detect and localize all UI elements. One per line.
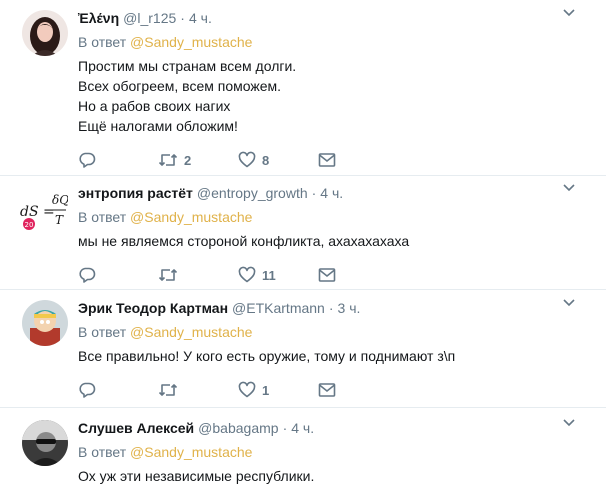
tweet-text-line: Простим мы странам всем долги. [78, 58, 297, 74]
reply-prefix: В ответ [78, 444, 127, 460]
display-name[interactable]: Ἐλένη [78, 10, 119, 26]
avatar-formula-denominator: T [55, 213, 64, 227]
avatar[interactable] [22, 420, 68, 466]
reply-icon [79, 382, 96, 398]
tweet-text-line: Но а рабов своих нагих [78, 98, 231, 114]
reply-icon [79, 152, 96, 168]
tweet-time[interactable]: 4 ч. [189, 10, 212, 26]
retweet-icon [158, 384, 178, 396]
separator-dot: · [180, 10, 185, 26]
direct-message-button[interactable] [318, 382, 336, 398]
more-options-caret[interactable] [560, 414, 578, 432]
avatar[interactable]: dS = δQ T 20 [20, 184, 68, 230]
replies-timeline: Ἐλένη @l_r125 · 4 ч. В ответ @Sandy_must… [0, 0, 606, 485]
heart-icon [238, 266, 256, 283]
like-count: 8 [262, 152, 270, 168]
tweet-text-line: Всех обогреем, всем поможем. [78, 78, 282, 94]
user-handle[interactable]: @babagamp [198, 420, 278, 436]
reply-context: В ответ @Sandy_mustache [78, 34, 590, 52]
like-button[interactable]: 8 [238, 151, 318, 169]
reply-mention-link[interactable]: @Sandy_mustache [130, 209, 252, 225]
avatar-formula-left: dS = [20, 204, 55, 220]
reply-mention-link[interactable]: @Sandy_mustache [130, 444, 252, 460]
reply-mention-link[interactable]: @Sandy_mustache [130, 34, 252, 50]
user-handle[interactable]: @entropy_growth [197, 185, 308, 201]
envelope-icon [318, 268, 336, 282]
retweet-count: 2 [184, 152, 192, 168]
tweet-time[interactable]: 4 ч. [320, 185, 343, 201]
more-options-caret[interactable] [560, 294, 578, 312]
tweet-text-line: мы не являемся стороной конфликта, ахаха… [78, 233, 410, 249]
tweet-header: Ἐλένη @l_r125 · 4 ч. [78, 10, 590, 28]
tweet-text: Ох уж эти независимые республики. [78, 466, 590, 485]
retweet-button[interactable] [158, 381, 238, 399]
like-button[interactable]: 1 [238, 381, 318, 399]
avatar-badge: 20 [25, 221, 34, 229]
tweet-actions: 11 [78, 265, 590, 285]
reply-context: В ответ @Sandy_mustache [78, 444, 590, 462]
direct-message-button[interactable] [318, 152, 336, 168]
tweet[interactable]: Слушев Алексей @babagamp · 4 ч. В ответ … [0, 408, 606, 485]
tweet-time[interactable]: 3 ч. [338, 300, 361, 316]
heart-icon [238, 381, 256, 398]
more-options-caret[interactable] [560, 179, 578, 197]
more-options-caret[interactable] [560, 4, 578, 22]
like-count: 1 [262, 382, 270, 398]
display-name[interactable]: Эрик Теодор Картман [78, 300, 228, 316]
tweet-header: Слушев Алексей @babagamp · 4 ч. [78, 420, 590, 438]
reply-prefix: В ответ [78, 324, 127, 340]
tweet[interactable]: dS = δQ T 20 энтропия растёт @entropy_gr… [0, 176, 606, 290]
reply-context: В ответ @Sandy_mustache [78, 209, 590, 227]
avatar-formula-numerator: δQ [52, 193, 68, 207]
retweet-button[interactable] [158, 266, 238, 284]
reply-icon [79, 267, 96, 283]
retweet-button[interactable]: 2 [158, 151, 238, 169]
avatar[interactable] [22, 10, 68, 56]
envelope-icon [318, 383, 336, 397]
display-name[interactable]: энтропия растёт [78, 185, 193, 201]
tweet[interactable]: Эрик Теодор Картман @ETKartmann · 3 ч. В… [0, 290, 606, 408]
tweet-header: энтропия растёт @entropy_growth · 4 ч. [78, 185, 590, 203]
separator-dot: · [328, 300, 334, 316]
tweet-text-line: Ещё налогами обложим! [78, 118, 238, 134]
avatar[interactable] [22, 300, 68, 346]
reply-button[interactable] [78, 381, 158, 399]
chevron-down-icon [563, 9, 575, 17]
tweet-actions: 2 8 [78, 150, 590, 170]
retweet-icon [158, 154, 178, 166]
like-count: 11 [262, 267, 276, 283]
tweet-time[interactable]: 4 ч. [291, 420, 314, 436]
chevron-down-icon [563, 299, 575, 307]
reply-mention-link[interactable]: @Sandy_mustache [130, 324, 252, 340]
tweet-text-line: Ох уж эти независимые республики. [78, 468, 315, 484]
reply-button[interactable] [78, 151, 158, 169]
heart-icon [238, 151, 256, 168]
user-handle[interactable]: @l_r125 [123, 10, 176, 26]
tweet-text: Все правильно! У кого есть оружие, тому … [78, 346, 590, 366]
separator-dot: · [282, 420, 288, 436]
direct-message-button[interactable] [318, 267, 336, 283]
tweet-actions: 1 [78, 380, 590, 400]
tweet-text: мы не являемся стороной конфликта, ахаха… [78, 231, 590, 251]
reply-prefix: В ответ [78, 209, 127, 225]
chevron-down-icon [563, 419, 575, 427]
chevron-down-icon [563, 184, 575, 192]
tweet[interactable]: Ἐλένη @l_r125 · 4 ч. В ответ @Sandy_must… [0, 0, 606, 176]
envelope-icon [318, 153, 336, 167]
tweet-text: Простим мы странам всем долги. Всех обог… [78, 56, 590, 136]
retweet-icon [158, 269, 178, 281]
separator-dot: · [311, 185, 317, 201]
tweet-header: Эрик Теодор Картман @ETKartmann · 3 ч. [78, 300, 590, 318]
reply-button[interactable] [78, 266, 158, 284]
display-name[interactable]: Слушев Алексей [78, 420, 194, 436]
tweet-text-line: Все правильно! У кого есть оружие, тому … [78, 348, 456, 364]
reply-context: В ответ @Sandy_mustache [78, 324, 590, 342]
like-button[interactable]: 11 [238, 266, 318, 284]
user-handle[interactable]: @ETKartmann [232, 300, 325, 316]
reply-prefix: В ответ [78, 34, 127, 50]
